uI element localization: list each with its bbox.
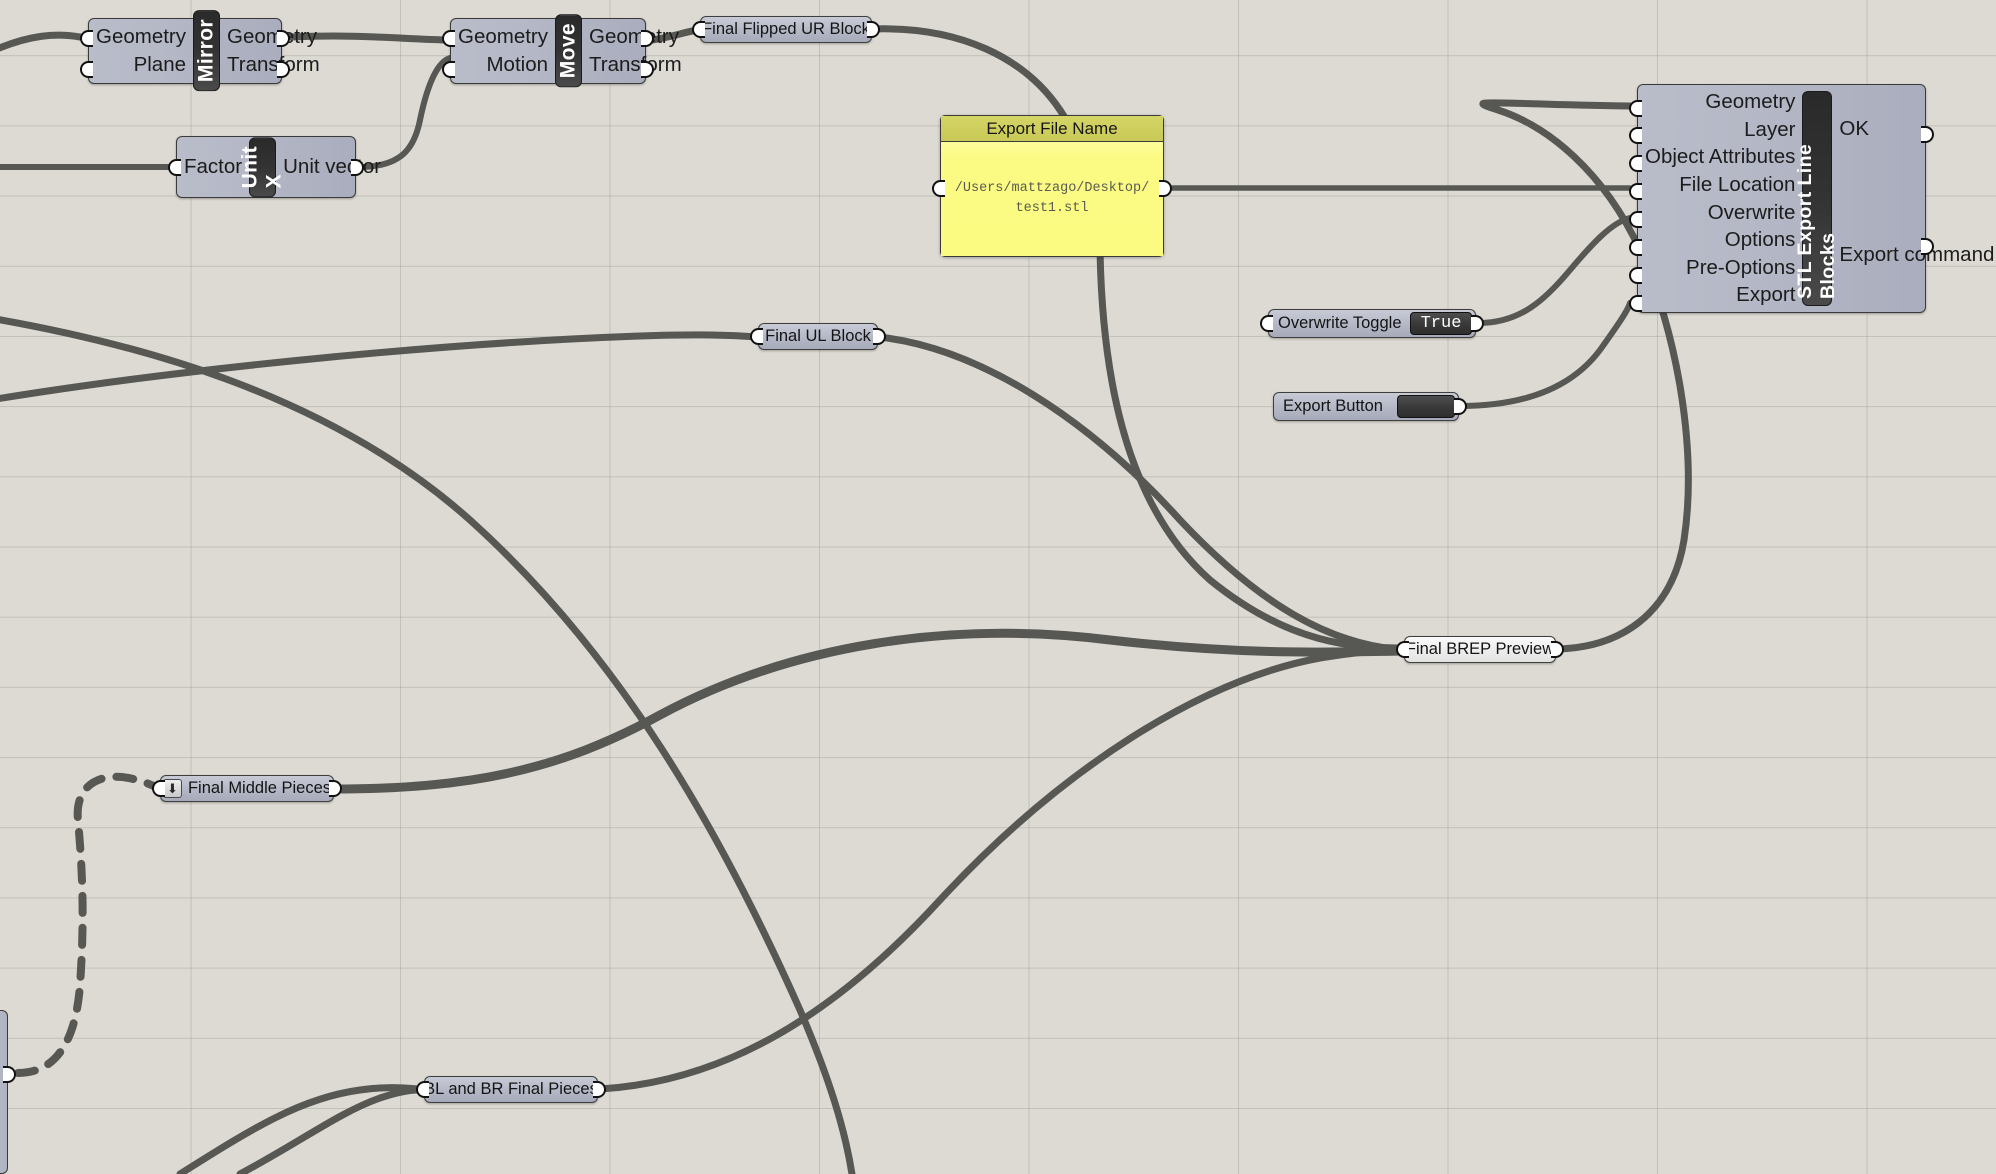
export-button-label: Export Button	[1283, 397, 1383, 415]
wire-middle-to-brep	[329, 628, 1409, 794]
component-unit-x[interactable]: Factor Unit X Unit vector	[168, 136, 381, 198]
relay-final-brep-preview[interactable]: Final BREP Preview	[1396, 636, 1564, 663]
port-relay-ul-in[interactable]	[750, 328, 763, 345]
wire-button-to-export	[1457, 300, 1633, 409]
stl-input-geometry: Geometry	[1705, 90, 1796, 113]
mirror-nameplate: Mirror	[193, 10, 220, 92]
panel-export-file-name[interactable]: Export File Name /Users/mattzago/Desktop…	[932, 115, 1172, 257]
port-stl-in-file-location[interactable]	[1629, 183, 1642, 200]
stl-inputs: Geometry Layer Object Attributes File Lo…	[1638, 85, 1802, 312]
grasshopper-canvas[interactable]: Geometry Plane Mirror Geometry Transform…	[0, 0, 1996, 1174]
stl-input-file-location: File Location	[1679, 172, 1796, 196]
port-stl-in-layer[interactable]	[1629, 127, 1642, 144]
widget-export-button[interactable]: Export Button	[1273, 392, 1467, 421]
relay-flipped-ur-label: Final Flipped UR Block	[702, 20, 870, 38]
stl-input-options: Options	[1724, 228, 1796, 252]
port-overwrite-toggle-in[interactable]	[1260, 315, 1273, 332]
relay-final-middle-pieces[interactable]: ⬇ Final Middle Pieces	[152, 775, 342, 802]
stl-output-export-command: Export command	[1839, 242, 1995, 266]
mirror-outputs: Geometry Transform	[220, 19, 327, 83]
port-export-button-out[interactable]	[1454, 398, 1467, 415]
port-relay-ul-out[interactable]	[873, 328, 886, 345]
stl-input-layer: Layer	[1744, 117, 1796, 141]
move-input-geometry: Geometry	[458, 25, 548, 49]
wire-blbr-to-brep	[596, 646, 1408, 1093]
wire-to-mirror-geometry	[0, 31, 84, 52]
move-output-geometry: Geometry	[589, 25, 679, 49]
port-mirror-in-plane[interactable]	[80, 61, 93, 78]
relay-brep-label: Final BREP Preview	[1405, 640, 1555, 658]
relay-final-flipped-ur-block[interactable]: Final Flipped UR Block	[692, 16, 880, 43]
port-unitx-in-factor[interactable]	[168, 159, 181, 176]
wire-toggle-to-overwrite	[1476, 215, 1633, 326]
panel-value[interactable]: /Users/mattzago/Desktop/test1.stl	[941, 142, 1163, 256]
unitx-nameplate: Unit X	[239, 136, 286, 198]
move-input-motion: Motion	[486, 53, 548, 77]
move-nameplate: Move	[555, 14, 582, 88]
port-move-in-geometry[interactable]	[442, 30, 455, 47]
port-relay-blbr-out[interactable]	[593, 1081, 606, 1098]
component-move[interactable]: Geometry Motion Move Geometry Transform	[442, 14, 682, 88]
component-stl-export-line-blocks[interactable]: Geometry Layer Object Attributes File Lo…	[1629, 84, 1994, 313]
port-overwrite-toggle-out[interactable]	[1471, 315, 1484, 332]
unitx-outputs: Unit vector	[276, 137, 388, 197]
port-stl-in-overwrite[interactable]	[1629, 211, 1642, 228]
move-inputs: Geometry Motion	[451, 19, 555, 83]
port-move-in-motion[interactable]	[442, 61, 455, 78]
port-relay-brep-in[interactable]	[1396, 641, 1409, 658]
mirror-input-geometry: Geometry	[96, 25, 186, 49]
port-relay-brep-out[interactable]	[1551, 641, 1564, 658]
wire-left-descending	[0, 316, 856, 1174]
move-output-transform: Transform	[589, 53, 682, 77]
port-stl-in-pre-options[interactable]	[1629, 267, 1642, 284]
unitx-output-unit-vector: Unit vector	[283, 155, 382, 179]
wire-into-bl-br	[176, 1084, 422, 1174]
wire-ul-to-brep	[875, 333, 1408, 654]
port-panel-input[interactable]	[932, 180, 945, 197]
port-stl-in-geometry[interactable]	[1629, 100, 1642, 117]
widget-overwrite-toggle[interactable]: Overwrite Toggle True	[1260, 309, 1484, 338]
port-relay-middle-in[interactable]	[152, 780, 165, 797]
stl-input-pre-options: Pre-Options	[1686, 255, 1796, 279]
wire-into-bl-br-2	[236, 1086, 422, 1174]
stl-input-overwrite: Overwrite	[1707, 200, 1796, 224]
overwrite-toggle-label: Overwrite Toggle	[1278, 314, 1402, 332]
component-offscreen-left[interactable]	[0, 1010, 16, 1174]
stl-input-export: Export	[1736, 283, 1796, 307]
relay-bl-br-final-pieces[interactable]: BL and BR Final Pieces	[416, 1076, 606, 1103]
port-relay-blbr-in[interactable]	[416, 1081, 429, 1098]
mirror-output-transform: Transform	[227, 53, 320, 77]
relay-middle-label: Final Middle Pieces	[187, 779, 332, 797]
mirror-inputs: Geometry Plane	[89, 19, 193, 83]
stl-input-object-attributes: Object Attributes	[1645, 145, 1796, 169]
port-stl-in-export[interactable]	[1629, 295, 1642, 312]
port-stl-in-object-attributes[interactable]	[1629, 155, 1642, 172]
mirror-output-geometry: Geometry	[227, 25, 317, 49]
port-offscreen-left-out[interactable]	[3, 1066, 16, 1083]
stl-outputs: OK Export command	[1832, 85, 1996, 312]
move-outputs: Geometry Transform	[582, 19, 689, 83]
overwrite-toggle-value[interactable]: True	[1410, 312, 1472, 335]
port-mirror-in-geometry[interactable]	[80, 30, 93, 47]
relay-ul-label: Final UL Block	[765, 327, 871, 345]
stl-export-nameplate: STL Export Line Blocks	[1794, 91, 1839, 306]
component-mirror[interactable]: Geometry Plane Mirror Geometry Transform	[80, 10, 320, 92]
port-relay-flipped-ur-in[interactable]	[692, 21, 705, 38]
port-panel-output[interactable]	[1159, 180, 1172, 197]
relay-final-ul-block[interactable]: Final UL Block	[750, 323, 886, 350]
wire-grafted-to-middle	[14, 772, 160, 1077]
port-relay-middle-out[interactable]	[329, 780, 342, 797]
wire-left-to-ul	[0, 331, 762, 402]
port-relay-flipped-ur-out[interactable]	[867, 21, 880, 38]
port-stl-in-options[interactable]	[1629, 239, 1642, 256]
panel-title: Export File Name	[941, 116, 1163, 142]
relay-blbr-label: BL and BR Final Pieces	[424, 1080, 598, 1098]
arrow-down-icon: ⬇	[162, 779, 182, 798]
mirror-input-plane: Plane	[133, 53, 186, 77]
export-button-press-target[interactable]	[1397, 395, 1455, 418]
